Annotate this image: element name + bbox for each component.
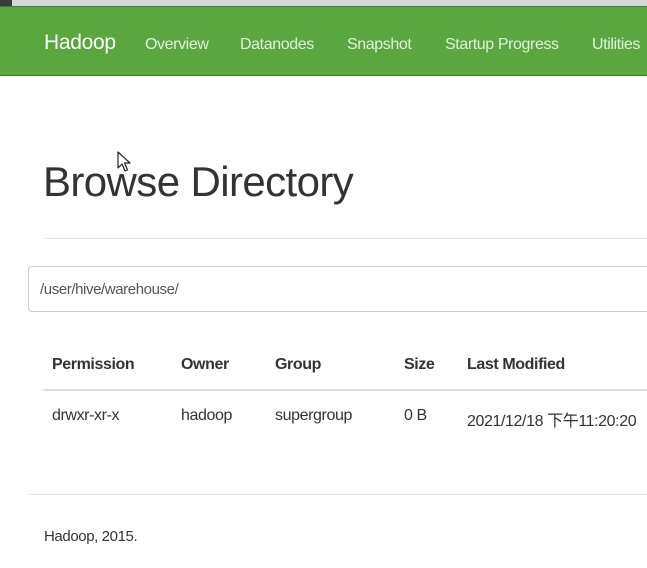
nav-item-utilities[interactable]: Utilities bbox=[592, 36, 640, 54]
navbar-brand[interactable]: Hadoop bbox=[44, 31, 116, 55]
nav-item-startup-progress[interactable]: Startup Progress bbox=[445, 36, 559, 54]
nav-item-overview[interactable]: Overview bbox=[145, 36, 209, 54]
cell-owner: hadoop bbox=[181, 407, 232, 424]
nav-item-snapshot[interactable]: Snapshot bbox=[347, 36, 412, 54]
footer-text: Hadoop, 2015. bbox=[44, 528, 138, 545]
column-header-permission[interactable]: Permission bbox=[52, 356, 135, 374]
cell-group: supergroup bbox=[275, 407, 352, 424]
navbar: Hadoop Overview Datanodes Snapshot Start… bbox=[0, 6, 647, 76]
page-title: Browse Directory bbox=[43, 158, 354, 205]
cell-size: 0 B bbox=[404, 407, 427, 424]
cell-last-modified: 2021/12/18 下午11:20:20 bbox=[467, 413, 637, 430]
column-header-last-modified[interactable]: Last Modified bbox=[467, 356, 565, 374]
column-header-group[interactable]: Group bbox=[275, 356, 321, 374]
mouse-pointer-icon bbox=[117, 151, 131, 172]
directory-path-input[interactable] bbox=[28, 266, 647, 312]
cell-permission: drwxr-xr-x bbox=[52, 407, 120, 424]
footer-divider bbox=[28, 494, 647, 495]
column-header-owner[interactable]: Owner bbox=[181, 356, 229, 374]
table-header-divider bbox=[43, 389, 647, 391]
title-divider bbox=[43, 238, 647, 239]
nav-item-datanodes[interactable]: Datanodes bbox=[240, 36, 314, 54]
column-header-size[interactable]: Size bbox=[404, 356, 435, 374]
